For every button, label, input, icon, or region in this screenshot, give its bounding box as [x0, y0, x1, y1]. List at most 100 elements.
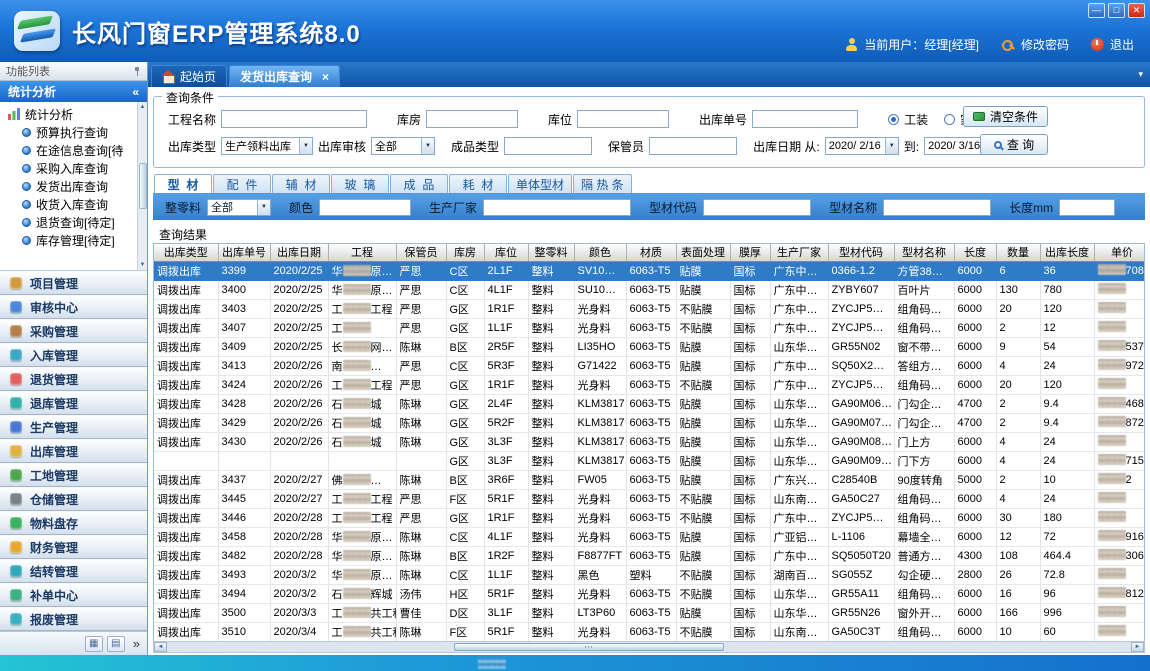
search-button[interactable]: 查 询 [980, 134, 1048, 155]
sidebar-tree-item-1[interactable]: 在途信息查询[待 [0, 141, 137, 159]
table-row[interactable]: 调拨出库34132020/2/26南…严思C区5R3F整料G714226063-… [154, 356, 1145, 375]
sidebar-tree-item-4[interactable]: 收货入库查询 [0, 195, 137, 213]
column-header[interactable]: 表面处理 [676, 244, 730, 261]
sidebar-panel-8[interactable]: 工地管理 [0, 463, 147, 487]
table-row[interactable]: 调拨出库34942020/3/2石辉城汤伟H区5R1F整料光身料6063-T5不… [154, 584, 1145, 603]
sidebar-panel-5[interactable]: 退库管理 [0, 391, 147, 415]
table-row[interactable]: 调拨出库34072020/2/25工严思G区1L1F整料光身料6063-T5不贴… [154, 318, 1145, 337]
minimize-button[interactable]: — [1088, 3, 1105, 18]
column-header[interactable]: 库房 [446, 244, 484, 261]
table-row[interactable]: G区3L3F整料KLM38176063-T5贴膜国标山东华…GA90M09…门下… [154, 451, 1145, 470]
column-header[interactable]: 生产厂家 [770, 244, 828, 261]
clear-conditions-button[interactable]: 清空条件 [963, 106, 1048, 127]
column-header[interactable]: 膜厚 [730, 244, 770, 261]
pin-icon[interactable] [132, 67, 141, 76]
outbound-order-input[interactable] [752, 110, 858, 128]
table-row[interactable]: 调拨出库34372020/2/27佛…陈琳B区3R6F整料FW056063-T5… [154, 470, 1145, 489]
material-tab-1[interactable]: 配 件 [213, 174, 271, 193]
table-row[interactable]: 调拨出库34032020/2/25工工程严思G区1R1F整料光身料6063-T5… [154, 299, 1145, 318]
outbound-audit-select[interactable]: 全部 ▼ [371, 137, 435, 155]
tab-shipment-outbound-query[interactable]: 发货出库查询 × [229, 65, 340, 87]
sidebar-panel-7[interactable]: 出库管理 [0, 439, 147, 463]
column-header[interactable]: 出库单号 [218, 244, 270, 261]
column-header[interactable]: 型材名称 [894, 244, 954, 261]
date-from-picker[interactable]: 2020/ 2/16 ▼ [825, 137, 899, 155]
column-header[interactable]: 材质 [626, 244, 676, 261]
sidebar-tree-item-5[interactable]: 退货查询[待定] [0, 213, 137, 231]
sidebar-panel-0[interactable]: 项目管理 [0, 271, 147, 295]
tab-overflow-chevron-icon[interactable]: ▾ [1138, 69, 1143, 80]
sidebar-panel-12[interactable]: 结转管理 [0, 559, 147, 583]
column-header[interactable]: 整零料 [528, 244, 574, 261]
table-row[interactable]: 调拨出库34282020/2/26石城陈琳G区2L4F整料KLM38176063… [154, 394, 1145, 413]
warehouse-input[interactable] [426, 110, 518, 128]
tree-scrollbar[interactable]: ▲ ▼ [137, 102, 147, 270]
column-header[interactable]: 库位 [484, 244, 528, 261]
logout-link[interactable]: 退出 [1110, 36, 1134, 53]
column-header[interactable]: 颜色 [574, 244, 626, 261]
table-row[interactable]: 调拨出库35002020/3/3工共工程曹佳D区3L1F整料LT3P606063… [154, 603, 1145, 622]
sidebar-tree-item-0[interactable]: 预算执行查询 [0, 123, 137, 141]
material-tab-5[interactable]: 耗 材 [449, 174, 507, 193]
column-header[interactable]: 出库日期 [270, 244, 328, 261]
sidebar-tree-item-2[interactable]: 采购入库查询 [0, 159, 137, 177]
table-row[interactable]: 调拨出库34302020/2/26石城陈琳G区3L3F整料KLM38176063… [154, 432, 1145, 451]
table-row[interactable]: 调拨出库34822020/2/28华原…陈琳B区1R2F整料F8877FT606… [154, 546, 1145, 565]
sidebar-tree-item-3[interactable]: 发货出库查询 [0, 177, 137, 195]
grid-horizontal-scrollbar[interactable]: ◄ ► [153, 641, 1145, 653]
material-tab-4[interactable]: 成 品 [390, 174, 448, 193]
table-row[interactable]: 调拨出库34462020/2/28工工程严思G区1R1F整料光身料6063-T5… [154, 508, 1145, 527]
scrollbar-thumb[interactable] [454, 643, 724, 651]
close-button[interactable]: ✕ [1128, 3, 1145, 18]
color-input[interactable] [319, 199, 411, 216]
table-row[interactable]: 调拨出库34932020/3/2华原…陈琳C区1L1F整料黑色塑料不贴膜国标湖南… [154, 565, 1145, 584]
sidebar-panel-14[interactable]: 报废管理 [0, 607, 147, 631]
table-row[interactable]: 调拨出库34002020/2/25华原…严思C区4L1F整料SU10…6063-… [154, 280, 1145, 299]
material-tab-7[interactable]: 隔 热 条 [573, 174, 632, 193]
sidebar-tree-item-6[interactable]: 库存管理[待定] [0, 231, 137, 249]
table-row[interactable]: 调拨出库33992020/2/25华原…严思C区2L1F整料SV10…6063-… [154, 261, 1145, 280]
profile-code-input[interactable] [703, 199, 811, 216]
table-row[interactable]: 调拨出库34242020/2/26工工程严思G区1R1F整料光身料6063-T5… [154, 375, 1145, 394]
material-tab-6[interactable]: 单体型材 [508, 174, 572, 193]
sidebar-panel-3[interactable]: 入库管理 [0, 343, 147, 367]
keeper-input[interactable] [649, 137, 737, 155]
folder-view-button[interactable]: ▤ [107, 636, 125, 652]
maximize-button[interactable]: □ [1108, 3, 1125, 18]
table-row[interactable]: 调拨出库35102020/3/4工共工程陈琳F区5R1F整料光身料6063-T5… [154, 622, 1145, 641]
table-row[interactable]: 调拨出库34582020/2/28华原…陈琳C区4L1F整料光身料6063-T5… [154, 527, 1145, 546]
sidebar-panel-6[interactable]: 生产管理 [0, 415, 147, 439]
table-row[interactable]: 调拨出库34292020/2/26石城陈琳G区5R2F整料KLM38176063… [154, 413, 1145, 432]
sidebar-panel-13[interactable]: 补单中心 [0, 583, 147, 607]
tab-close-icon[interactable]: × [322, 70, 329, 84]
product-type-input[interactable] [504, 137, 592, 155]
column-header[interactable]: 型材代码 [828, 244, 894, 261]
material-tab-3[interactable]: 玻 璃 [331, 174, 389, 193]
radio-home-decoration[interactable] [944, 114, 955, 125]
collapse-chevron-icon[interactable]: « [132, 85, 139, 99]
sidebar-panel-2[interactable]: 采购管理 [0, 319, 147, 343]
column-header[interactable]: 工程 [328, 244, 396, 261]
profile-name-input[interactable] [883, 199, 991, 216]
column-header[interactable]: 出库类型 [154, 244, 218, 261]
radio-workwear[interactable] [888, 114, 899, 125]
column-header[interactable]: 长度 [954, 244, 996, 261]
manufacturer-input[interactable] [483, 199, 631, 216]
whole-material-select[interactable]: 全部 ▼ [207, 199, 271, 216]
material-tab-0[interactable]: 型 材 [154, 174, 212, 193]
sidebar-panel-10[interactable]: 物料盘存 [0, 511, 147, 535]
sidebar-panel-4[interactable]: 退货管理 [0, 367, 147, 391]
location-input[interactable] [577, 110, 669, 128]
section-header[interactable]: 统计分析 « [0, 81, 147, 102]
scroll-right-icon[interactable]: ► [1131, 642, 1144, 652]
scrollbar-thumb[interactable] [139, 163, 147, 209]
scroll-left-icon[interactable]: ◄ [154, 642, 167, 652]
sidebar-panel-1[interactable]: 审核中心 [0, 295, 147, 319]
sidebar-panel-11[interactable]: 财务管理 [0, 535, 147, 559]
panel-view-button[interactable]: ▦ [85, 636, 103, 652]
column-header[interactable]: 出库长度 [1040, 244, 1094, 261]
tab-start-page[interactable]: 起始页 [151, 65, 227, 87]
change-password-link[interactable]: 修改密码 [1021, 36, 1069, 53]
sidebar-tree-root[interactable]: 统计分析 [0, 105, 137, 123]
sidebar-panel-9[interactable]: 仓储管理 [0, 487, 147, 511]
